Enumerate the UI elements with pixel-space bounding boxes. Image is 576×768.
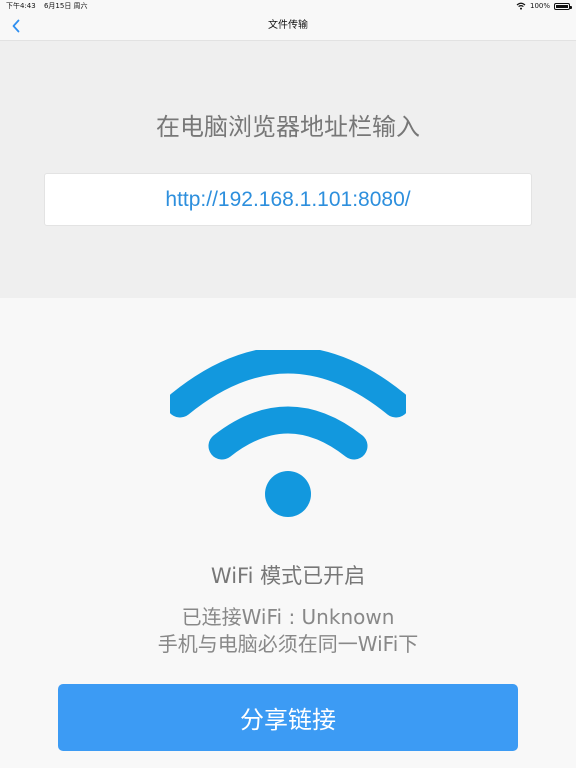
navigation-bar: 文件传输 xyxy=(0,12,576,41)
address-panel: 在电脑浏览器地址栏输入 http://192.168.1.101:8080/ xyxy=(0,41,576,298)
status-bar: 下午4:43 6月15日 周六 100% xyxy=(0,0,576,12)
status-right: 100% xyxy=(516,0,572,12)
connected-wifi-text: 已连接WiFi : Unknown xyxy=(181,605,395,629)
wifi-mode-status: WiFi 模式已开启 xyxy=(210,564,366,588)
wifi-status-icon xyxy=(516,2,526,10)
battery-percent: 100% xyxy=(529,2,550,10)
status-left: 下午4:43 6月15日 周六 xyxy=(6,0,88,12)
page-title: 文件传输 xyxy=(268,20,308,31)
battery-icon xyxy=(554,2,572,10)
wifi-icon xyxy=(170,350,406,517)
server-url-field[interactable]: http://192.168.1.101:8080/ xyxy=(44,173,532,226)
share-link-button[interactable]: 分享链接 xyxy=(58,684,518,751)
status-date: 6月15日 周六 xyxy=(43,2,88,10)
wifi-dot xyxy=(265,471,311,517)
wifi-outer-arc xyxy=(170,350,406,418)
wifi-inner-arc xyxy=(208,406,368,460)
instruction-text: 在电脑浏览器地址栏输入 xyxy=(156,113,420,141)
status-time: 下午4:43 xyxy=(6,2,36,10)
same-network-requirement: 手机与电脑必须在同一WiFi下 xyxy=(157,632,419,656)
